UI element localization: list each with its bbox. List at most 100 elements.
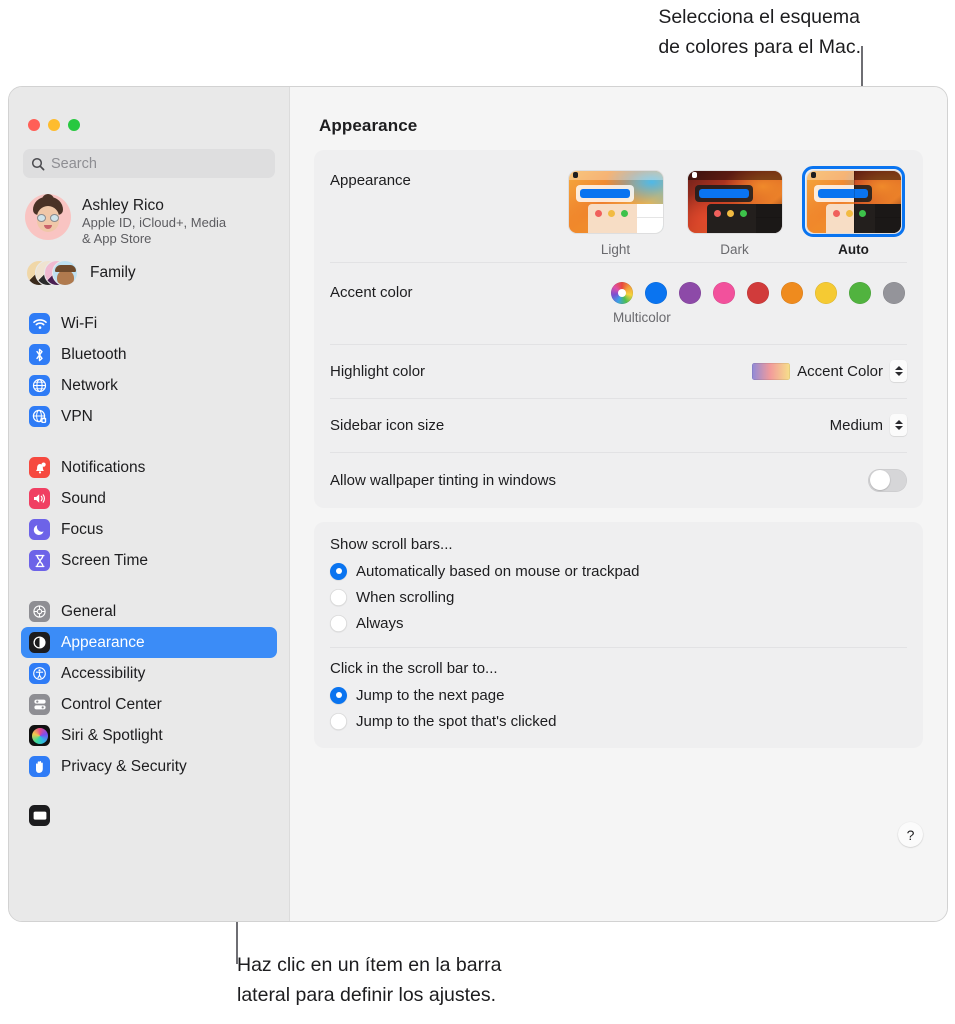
sidebar-item-focus[interactable]: Focus bbox=[21, 514, 277, 545]
wallpaper-tinting-control bbox=[868, 468, 907, 492]
hourglass-icon bbox=[29, 550, 50, 571]
vpn-globe-icon bbox=[29, 406, 50, 427]
radio-icon[interactable] bbox=[330, 562, 347, 580]
radio-icon[interactable] bbox=[330, 614, 347, 632]
search-input[interactable] bbox=[51, 155, 267, 172]
radio-label: Always bbox=[356, 614, 404, 632]
sidebar-item-network[interactable]: Network bbox=[21, 370, 277, 401]
theme-thumbnail-auto bbox=[806, 170, 901, 233]
sidebar-group-preferences: General Appearance Accessibility Control… bbox=[9, 596, 289, 782]
theme-option-label: Light bbox=[600, 242, 631, 257]
account-text: Ashley Rico Apple ID, iCloud+, Media & A… bbox=[82, 194, 226, 247]
sidebar-group-system: Notifications Sound Focus Screen Time bbox=[9, 452, 289, 576]
sidebar-item-label: Wi-Fi bbox=[61, 314, 98, 332]
sidebar-group-network: Wi-Fi Bluetooth Network VPN bbox=[9, 308, 289, 432]
sidebar-item-privacy-security[interactable]: Privacy & Security bbox=[21, 751, 277, 782]
hand-icon bbox=[29, 756, 50, 777]
chevron-updown-icon[interactable] bbox=[890, 360, 907, 382]
accent-swatch-yellow[interactable] bbox=[815, 282, 837, 304]
minimize-button[interactable] bbox=[48, 119, 60, 131]
account-row[interactable]: Ashley Rico Apple ID, iCloud+, Media & A… bbox=[9, 178, 289, 247]
radio-option-jump-next-page[interactable]: Jump to the next page bbox=[314, 682, 923, 708]
sidebar-item-label: Screen Time bbox=[61, 551, 149, 569]
sidebar-group-partial bbox=[9, 800, 289, 831]
sidebar-item-label: Bluetooth bbox=[61, 345, 127, 363]
bluetooth-icon bbox=[29, 344, 50, 365]
sidebar-item-partial[interactable] bbox=[21, 800, 277, 831]
search-container bbox=[9, 131, 289, 178]
sidebar-item-screen-time[interactable]: Screen Time bbox=[21, 545, 277, 576]
sidebar: Ashley Rico Apple ID, iCloud+, Media & A… bbox=[9, 87, 290, 921]
sidebar-item-siri-spotlight[interactable]: Siri & Spotlight bbox=[21, 720, 277, 751]
accent-swatch-purple[interactable] bbox=[679, 282, 701, 304]
sidebar-icon-size-label: Sidebar icon size bbox=[330, 416, 445, 434]
wifi-icon bbox=[29, 313, 50, 334]
close-button[interactable] bbox=[28, 119, 40, 131]
theme-option-dark[interactable]: Dark bbox=[683, 166, 786, 257]
radio-label: When scrolling bbox=[356, 588, 455, 606]
sidebar-item-label: Focus bbox=[61, 520, 104, 538]
theme-option-label: Auto bbox=[838, 242, 869, 257]
globe-icon bbox=[29, 375, 50, 396]
radio-icon[interactable] bbox=[330, 588, 347, 606]
sidebar-item-accessibility[interactable]: Accessibility bbox=[21, 658, 277, 689]
radio-option-auto-scrollbars[interactable]: Automatically based on mouse or trackpad bbox=[314, 558, 923, 584]
highlight-color-value: Accent Color bbox=[797, 362, 883, 380]
chevron-updown-icon[interactable] bbox=[890, 414, 907, 436]
sidebar-icon-size-control[interactable]: Medium bbox=[830, 414, 907, 436]
theme-option-label: Dark bbox=[720, 242, 749, 257]
sidebar-item-appearance[interactable]: Appearance bbox=[21, 627, 277, 658]
accent-color-row: Accent color Multicolor bbox=[314, 262, 923, 344]
sidebar-icon-size-value: Medium bbox=[829, 416, 883, 434]
accent-color-area: Multicolor bbox=[611, 282, 907, 325]
avatar bbox=[25, 194, 71, 240]
radio-label: Jump to the next page bbox=[356, 686, 505, 704]
speaker-icon bbox=[29, 488, 50, 509]
callout-bottom-text: Haz clic en un ítem en la barra lateral … bbox=[237, 954, 502, 1006]
sidebar-item-label: Privacy & Security bbox=[61, 757, 187, 775]
search-icon bbox=[31, 157, 45, 171]
system-settings-window: Ashley Rico Apple ID, iCloud+, Media & A… bbox=[8, 86, 948, 922]
sidebar-item-control-center[interactable]: Control Center bbox=[21, 689, 277, 720]
accent-swatch-blue[interactable] bbox=[645, 282, 667, 304]
radio-icon[interactable] bbox=[330, 686, 347, 704]
accent-swatch-pink[interactable] bbox=[713, 282, 735, 304]
radio-option-when-scrolling[interactable]: When scrolling bbox=[314, 584, 923, 610]
siri-icon bbox=[29, 725, 50, 746]
account-subtitle: Apple ID, iCloud+, Media & App Store bbox=[82, 215, 227, 246]
gear-icon bbox=[29, 601, 50, 622]
sidebar-item-notifications[interactable]: Notifications bbox=[21, 452, 277, 483]
theme-thumbnail-dark bbox=[687, 170, 782, 233]
search-box[interactable] bbox=[23, 149, 275, 178]
sidebar-item-general[interactable]: General bbox=[21, 596, 277, 627]
radio-icon[interactable] bbox=[330, 712, 347, 730]
radio-option-always[interactable]: Always bbox=[314, 610, 923, 636]
accent-swatch-multicolor[interactable] bbox=[611, 282, 633, 304]
accessibility-icon bbox=[29, 663, 50, 684]
help-button[interactable]: ? bbox=[898, 822, 923, 847]
account-name: Ashley Rico bbox=[82, 197, 164, 214]
divider bbox=[330, 647, 907, 648]
zoom-button[interactable] bbox=[68, 119, 80, 131]
highlight-color-control[interactable]: Accent Color bbox=[752, 360, 907, 382]
scroll-bar-settings-card: Show scroll bars... Automatically based … bbox=[314, 522, 923, 748]
sidebar-item-sound[interactable]: Sound bbox=[21, 483, 277, 514]
accent-swatch-green[interactable] bbox=[849, 282, 871, 304]
sidebar-item-vpn[interactable]: VPN bbox=[21, 401, 277, 432]
appearance-icon bbox=[29, 632, 50, 653]
theme-thumbnail-light bbox=[568, 170, 663, 233]
theme-option-auto[interactable]: Auto bbox=[802, 166, 905, 257]
family-label: Family bbox=[90, 264, 136, 281]
accent-color-caption: Multicolor bbox=[613, 310, 671, 325]
theme-option-light[interactable]: Light bbox=[564, 166, 667, 257]
sidebar-item-label: Control Center bbox=[61, 695, 162, 713]
family-row[interactable]: Family bbox=[9, 247, 289, 288]
sidebar-item-label: VPN bbox=[61, 407, 93, 425]
wallpaper-tinting-toggle[interactable] bbox=[868, 468, 907, 492]
accent-swatch-red[interactable] bbox=[747, 282, 769, 304]
sidebar-item-bluetooth[interactable]: Bluetooth bbox=[21, 339, 277, 370]
accent-swatch-orange[interactable] bbox=[781, 282, 803, 304]
radio-option-jump-to-spot[interactable]: Jump to the spot that's clicked bbox=[314, 708, 923, 734]
sidebar-item-wi-fi[interactable]: Wi-Fi bbox=[21, 308, 277, 339]
accent-swatch-graphite[interactable] bbox=[883, 282, 905, 304]
